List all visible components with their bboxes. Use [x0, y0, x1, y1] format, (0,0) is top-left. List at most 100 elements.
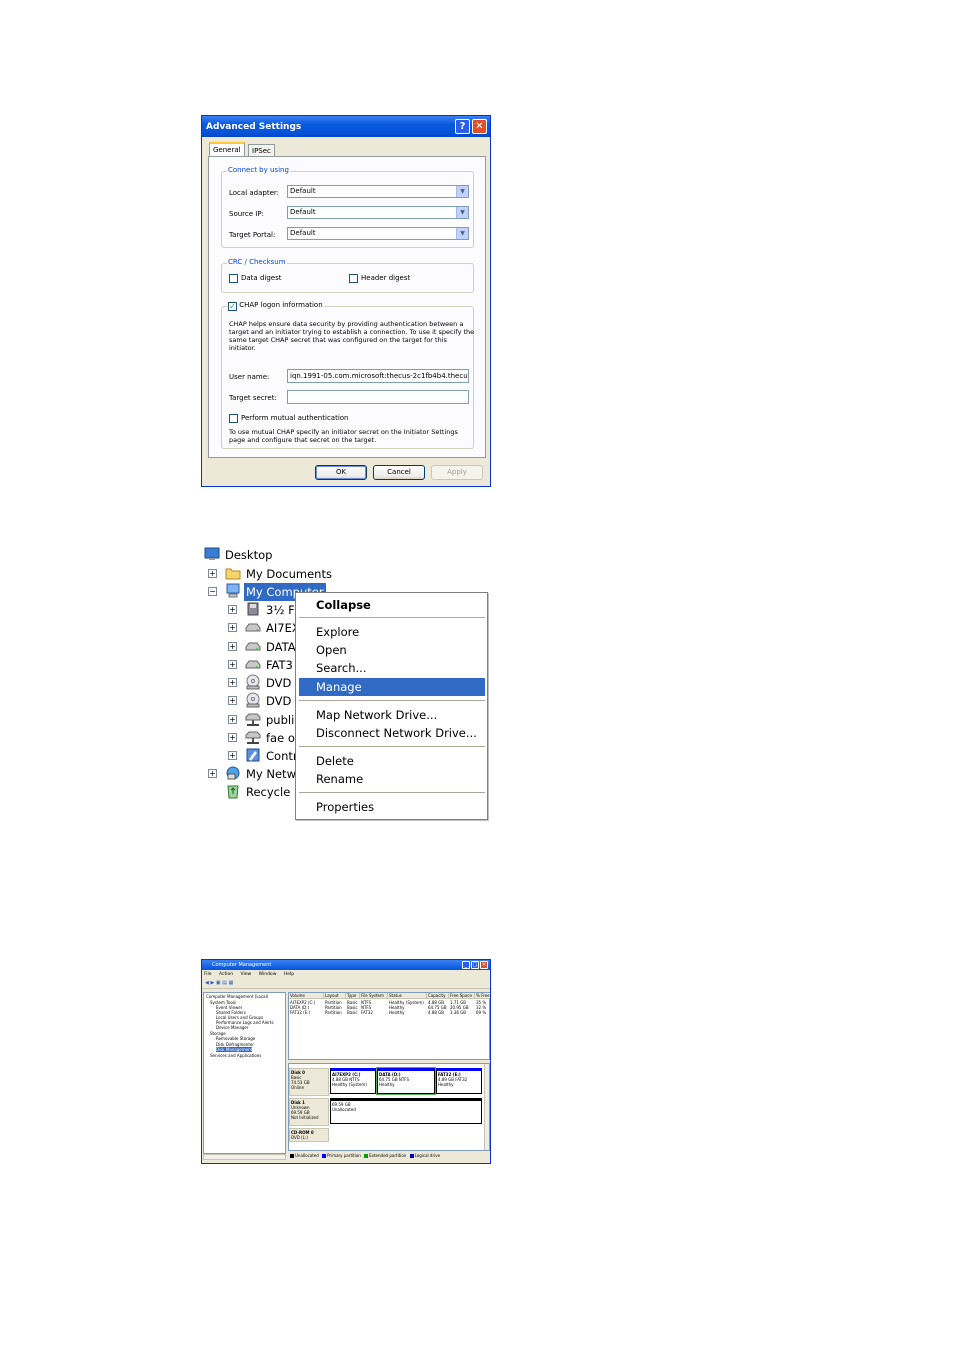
unallocated-space[interactable]: 69.59 GB Unallocated — [330, 1098, 482, 1124]
chap-label: CHAP logon information — [239, 301, 323, 309]
expand-icon[interactable]: + — [228, 696, 237, 705]
expand-icon[interactable]: + — [228, 733, 237, 742]
chevron-down-icon[interactable]: ▼ — [456, 186, 468, 197]
column-header[interactable]: Layout — [324, 993, 346, 999]
column-header[interactable]: % Free — [475, 993, 490, 999]
partition-c[interactable]: AI7EXP2 (C:) 4.88 GB NTFS Healthy (Syste… — [330, 1068, 376, 1094]
disk-info: DVD (L:) — [291, 1135, 308, 1140]
table-cell: FAT32 (E:) — [290, 1010, 311, 1015]
chap-description: CHAP helps ensure data security by provi… — [229, 320, 475, 352]
column-header[interactable]: Free Space — [449, 993, 475, 999]
tree-node[interactable]: Services and Applications — [210, 1053, 261, 1058]
mutual-auth-checkbox[interactable] — [229, 414, 238, 423]
dialog-title: Advanced Settings — [202, 116, 490, 137]
menu-help[interactable]: Help — [284, 972, 294, 977]
back-icon[interactable]: ◀ — [205, 980, 209, 986]
partition-status: Healthy — [379, 1082, 395, 1087]
menu-item-delete[interactable]: Delete — [299, 752, 485, 770]
apply-button[interactable]: Apply — [431, 465, 483, 480]
collapse-icon[interactable]: − — [208, 587, 217, 596]
table-cell: Basic — [347, 1010, 358, 1015]
disk-1-label[interactable]: Disk 1 Unknown 69.59 GB Not Initialized — [289, 1098, 329, 1126]
menu-item-properties[interactable]: Properties — [299, 798, 485, 816]
close-icon[interactable]: ✕ — [472, 119, 487, 134]
menu-view[interactable]: View — [241, 972, 252, 977]
target-secret-input[interactable] — [287, 390, 469, 404]
maximize-icon[interactable]: □ — [471, 961, 479, 969]
advanced-settings-dialog: Advanced Settings ? ✕ General IPSec Conn… — [201, 115, 491, 487]
control-panel-icon — [246, 748, 260, 762]
partition-d[interactable]: DATA (D:) 64.75 GB NTFS Healthy — [377, 1068, 435, 1094]
menu-item-explore[interactable]: Explore — [299, 623, 485, 641]
disk-0-label[interactable]: Disk 0 Basic 74.53 GB Online — [289, 1068, 329, 1096]
menu-file[interactable]: File — [204, 972, 212, 977]
menu-item-map-network-drive[interactable]: Map Network Drive... — [299, 706, 485, 724]
cdrom-label[interactable]: CD-ROM 0 DVD (L:) — [289, 1128, 329, 1142]
tree-item-label: FAT3 — [266, 658, 293, 672]
column-header[interactable]: Volume — [289, 993, 324, 999]
minimize-icon[interactable]: _ — [462, 961, 470, 969]
tree-node[interactable]: Computer Management (Local) — [206, 994, 268, 999]
source-ip-select[interactable]: Default ▼ — [287, 206, 469, 219]
local-adapter-value: Default — [290, 187, 316, 195]
drive-icon — [245, 642, 261, 651]
tree-node[interactable]: Device Manager — [216, 1025, 248, 1030]
disk-info: Not Initialized — [291, 1115, 319, 1120]
user-name-label: User name: — [229, 373, 270, 381]
menu-item-open[interactable]: Open — [299, 641, 485, 659]
vertical-scrollbar[interactable] — [484, 1064, 489, 1150]
ok-button[interactable]: OK — [315, 465, 367, 480]
column-header[interactable]: File System — [360, 993, 388, 999]
close-icon[interactable]: ✕ — [480, 961, 488, 969]
expand-icon[interactable]: + — [228, 660, 237, 669]
local-adapter-select[interactable]: Default ▼ — [287, 185, 469, 198]
expand-icon[interactable]: + — [228, 751, 237, 760]
context-menu: Collapse Explore Open Search... Manage M… — [295, 592, 488, 820]
column-header[interactable]: Status — [388, 993, 427, 999]
tree-item-label: Recycle B — [246, 785, 302, 799]
column-header[interactable]: Type — [346, 993, 360, 999]
data-digest-checkbox[interactable] — [229, 274, 238, 283]
menu-item-rename[interactable]: Rename — [299, 770, 485, 788]
header-digest-checkbox[interactable] — [349, 274, 358, 283]
column-header[interactable]: Capacity — [427, 993, 449, 999]
dvd-icon — [246, 674, 260, 690]
horizontal-scrollbar[interactable] — [203, 1154, 286, 1160]
help-icon[interactable]: ? — [455, 119, 470, 134]
table-cell: 3.36 GB — [450, 1010, 467, 1015]
chevron-down-icon[interactable]: ▼ — [456, 207, 468, 218]
forward-icon[interactable]: ▶ — [210, 980, 214, 986]
chap-checkbox[interactable]: ✓ — [228, 302, 237, 311]
expand-icon[interactable]: + — [208, 569, 217, 578]
menu-item-search[interactable]: Search... — [299, 659, 485, 677]
partition-e[interactable]: FAT32 (E:) 4.89 GB FAT32 Healthy — [436, 1068, 482, 1094]
menu-window[interactable]: Window — [259, 972, 277, 977]
expand-icon[interactable]: + — [208, 769, 217, 778]
help-icon[interactable]: ▦ — [229, 980, 234, 986]
tree-item-label: Contr — [266, 749, 298, 763]
disk-info: Online — [291, 1085, 304, 1090]
dvd-icon — [246, 692, 260, 708]
partition-status: Healthy — [438, 1082, 454, 1087]
expand-icon[interactable]: + — [228, 642, 237, 651]
cancel-button[interactable]: Cancel — [373, 465, 425, 480]
menu-item-disconnect-network-drive[interactable]: Disconnect Network Drive... — [299, 724, 485, 742]
user-name-input[interactable]: iqn.1991-05.com.microsoft:thecus-2c1fb4b… — [287, 369, 469, 383]
expand-icon[interactable]: + — [228, 605, 237, 614]
recycle-bin-icon — [227, 785, 239, 799]
chap-group-legend: ✓ CHAP logon information — [227, 301, 324, 311]
target-portal-select[interactable]: Default ▼ — [287, 227, 469, 240]
menu-action[interactable]: Action — [219, 972, 233, 977]
menu-item-collapse[interactable]: Collapse — [299, 596, 485, 614]
properties-icon[interactable]: ▤ — [222, 980, 227, 986]
expand-icon[interactable]: + — [228, 623, 237, 632]
expand-icon[interactable]: + — [228, 678, 237, 687]
tab-general[interactable]: General — [209, 142, 245, 157]
up-icon[interactable]: ▣ — [216, 980, 221, 986]
tree-node[interactable]: Removable Storage — [216, 1036, 255, 1041]
chevron-down-icon[interactable]: ▼ — [456, 228, 468, 239]
expand-icon[interactable]: + — [228, 715, 237, 724]
tree-node-disk-management[interactable]: Disk Management — [216, 1047, 253, 1052]
general-panel: Connect by using Local adapter: Default … — [208, 156, 486, 458]
menu-item-manage[interactable]: Manage — [299, 678, 485, 696]
